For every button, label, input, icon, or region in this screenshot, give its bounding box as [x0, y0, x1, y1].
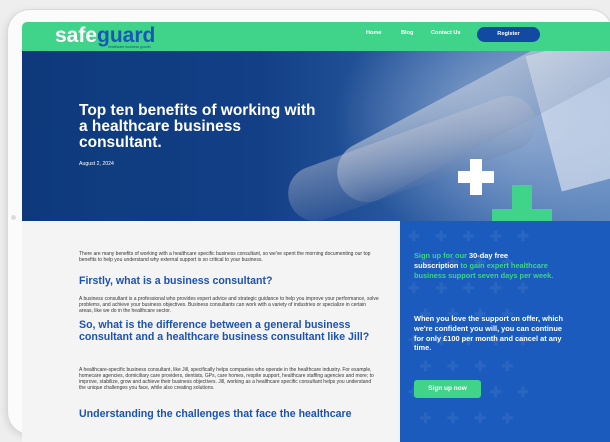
green-cross-icon — [492, 185, 552, 221]
sign-up-now-button[interactable]: Sign up now — [414, 380, 481, 398]
intro-paragraph: There are many benefits of working with … — [79, 251, 371, 264]
top-navbar: safeguard healthcare business growth Hom… — [22, 22, 610, 51]
logo-guard-text: guard — [97, 24, 156, 47]
promo-text-lead: Sign up for our — [414, 251, 470, 260]
logo[interactable]: safeguard — [55, 25, 155, 47]
heading-difference: So, what is the difference between a gen… — [79, 319, 370, 343]
signup-sidebar: ✚ ✚ ✚ ✚ ✚ ✚ ✚ ✚ ✚ ✚ ✚ ✚ ✚ ✚ ✚ ✚ ✚ ✚ ✚ ✚ … — [400, 221, 610, 442]
browser-screen: safeguard healthcare business growth Hom… — [22, 22, 610, 442]
paragraph-difference: A healthcare-specific business consultan… — [79, 367, 374, 392]
register-button[interactable]: Register — [477, 27, 540, 42]
logo-safe-text: safe — [55, 24, 98, 47]
promo-secondary-text: When you love the support on offer, whic… — [414, 314, 564, 353]
white-cross-icon — [458, 159, 494, 195]
article-body: There are many benefits of working with … — [22, 221, 400, 442]
promo-text: Sign up for our 30-day free subscription… — [414, 251, 554, 280]
nav-link-blog[interactable]: Blog — [401, 30, 413, 36]
hero-banner: Top ten benefits of working with a healt… — [22, 51, 610, 221]
tablet-frame: safeguard healthcare business growth Hom… — [8, 10, 610, 442]
heading-what-is-consultant: Firstly, what is a business consultant? — [79, 275, 273, 287]
heading-challenges: Understanding the challenges that face t… — [79, 408, 352, 420]
post-date: August 2, 2024 — [79, 161, 114, 167]
camera-dot — [11, 215, 16, 220]
paragraph-what-is-consultant: A business consultant is a professional … — [79, 296, 379, 315]
nav-link-home[interactable]: Home — [366, 30, 382, 36]
logo-tagline: healthcare business growth — [108, 45, 151, 49]
nav-link-contact[interactable]: Contact Us — [431, 30, 461, 36]
page-title: Top ten benefits of working with a healt… — [79, 102, 316, 151]
